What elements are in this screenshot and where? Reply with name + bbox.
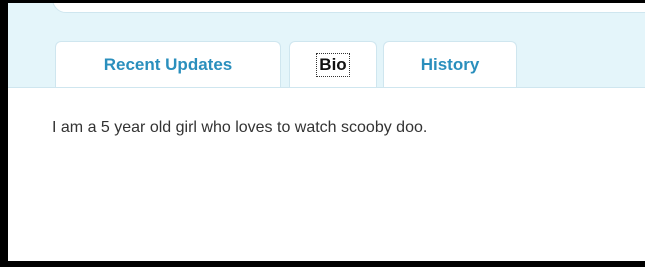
tab-recent-updates[interactable]: Recent Updates [55, 41, 281, 87]
tab-history[interactable]: History [383, 41, 517, 87]
tab-bio-label: Bio [316, 52, 350, 77]
tab-content: I am a 5 year old girl who loves to watc… [8, 88, 645, 261]
header-panel [52, 3, 645, 13]
tab-bio[interactable]: Bio [289, 41, 377, 87]
profile-panel: Recent Updates Bio History I am a 5 year… [0, 0, 645, 267]
tab-history-label: History [420, 54, 480, 74]
tab-strip: Recent Updates Bio History [8, 3, 645, 88]
tab-recent-updates-label: Recent Updates [103, 54, 233, 74]
bio-text: I am a 5 year old girl who loves to watc… [52, 119, 428, 136]
